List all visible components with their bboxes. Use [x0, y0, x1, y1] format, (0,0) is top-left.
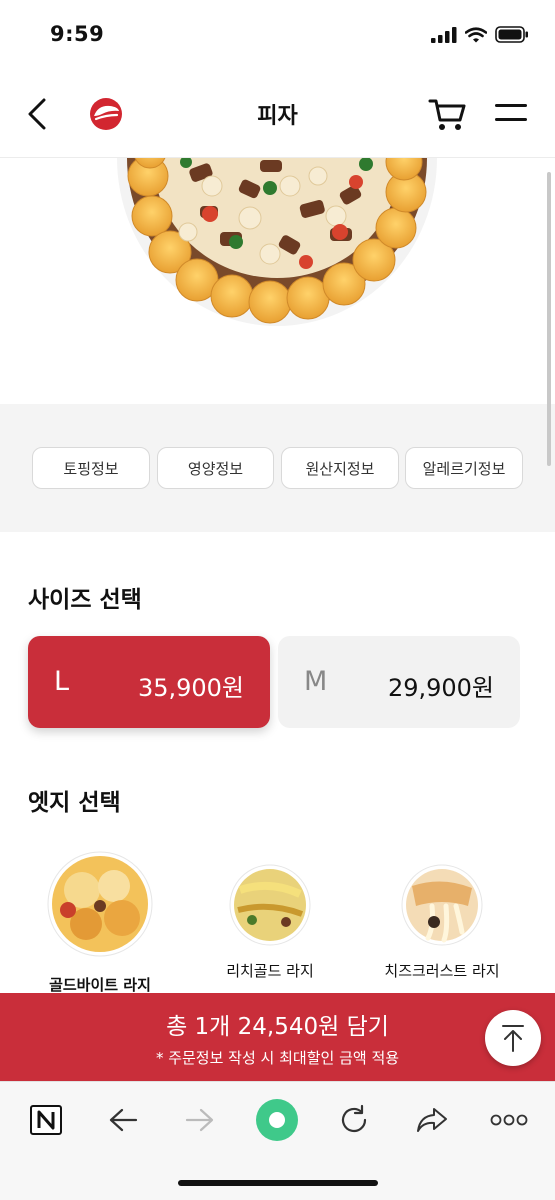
status-time: 9:59 — [50, 22, 105, 46]
size-letter: L — [54, 666, 70, 697]
green-home-button[interactable] — [255, 1098, 299, 1142]
naver-button[interactable] — [24, 1098, 68, 1142]
cart-button[interactable] — [428, 94, 468, 134]
edge-option-goldbite[interactable]: 골드바이트 라지 — [30, 850, 170, 994]
pizza-image — [117, 158, 437, 326]
signal-icon — [431, 26, 457, 43]
size-price: 29,900원 — [387, 674, 494, 702]
page-title: 피자 — [257, 104, 298, 129]
edge-label: 골드바이트 라지 — [49, 976, 151, 994]
cart-icon — [428, 99, 466, 130]
scroll-to-top-icon — [502, 1025, 524, 1052]
browser-back-icon — [109, 1108, 138, 1132]
status-icons — [431, 26, 529, 43]
home-indicator — [178, 1180, 378, 1186]
more-button[interactable] — [487, 1098, 531, 1142]
size-option-medium[interactable]: M 29,900원 — [278, 636, 520, 728]
browser-forward-icon — [185, 1108, 214, 1132]
size-option-large[interactable]: L 35,900원 — [28, 636, 270, 728]
scrollbar[interactable] — [547, 172, 551, 466]
reload-button[interactable] — [332, 1098, 376, 1142]
browser-forward-button[interactable] — [178, 1098, 222, 1142]
more-icon — [490, 1114, 528, 1126]
edge-option-richgold[interactable]: 리치골드 라지 — [200, 860, 340, 990]
origin-info-chip[interactable]: 원산지정보 — [281, 447, 399, 489]
size-letter: M — [304, 666, 328, 697]
size-section-title: 사이즈 선택 — [28, 587, 142, 613]
share-button[interactable] — [410, 1098, 454, 1142]
nutrition-info-chip[interactable]: 영양정보 — [157, 447, 274, 489]
reload-icon — [341, 1104, 367, 1133]
browser-back-button[interactable] — [101, 1098, 145, 1142]
size-price: 35,900원 — [137, 674, 244, 702]
menu-button[interactable] — [494, 98, 528, 128]
allergy-info-chip[interactable]: 알레르기정보 — [405, 447, 523, 489]
wifi-icon — [465, 26, 487, 42]
pizza-image-area — [0, 158, 555, 404]
info-tabs-band: 토핑정보 영양정보 원산지정보 알레르기정보 — [0, 404, 555, 532]
topping-info-chip[interactable]: 토핑정보 — [32, 447, 150, 489]
add-to-cart-bar[interactable]: 총 1개 24,540원 담기 * 주문정보 작성 시 최대할인 금액 적용 — [0, 993, 555, 1081]
edge-option-cheesecrust[interactable]: 치즈크러스트 라지 — [372, 860, 512, 990]
share-icon — [417, 1108, 447, 1132]
add-to-cart-label: 총 1개 24,540원 담기 — [166, 1014, 389, 1040]
goldbite-crust-image — [47, 851, 153, 957]
scroll-to-top-button[interactable] — [485, 1010, 541, 1066]
status-bar: 9:59 — [0, 0, 555, 70]
hamburger-menu-icon — [495, 104, 527, 121]
edge-section-title: 엣지 선택 — [28, 790, 121, 816]
app-header: 피자 — [0, 70, 555, 158]
naver-n-icon — [30, 1105, 62, 1135]
edge-label: 치즈크러스트 라지 — [384, 962, 500, 980]
cheesecrust-image — [401, 864, 483, 946]
green-home-icon — [256, 1099, 298, 1141]
battery-icon — [495, 26, 528, 43]
edge-label: 리치골드 라지 — [226, 962, 314, 980]
discount-note: * 주문정보 작성 시 최대할인 금액 적용 — [155, 1049, 400, 1067]
richgold-crust-image — [229, 864, 311, 946]
